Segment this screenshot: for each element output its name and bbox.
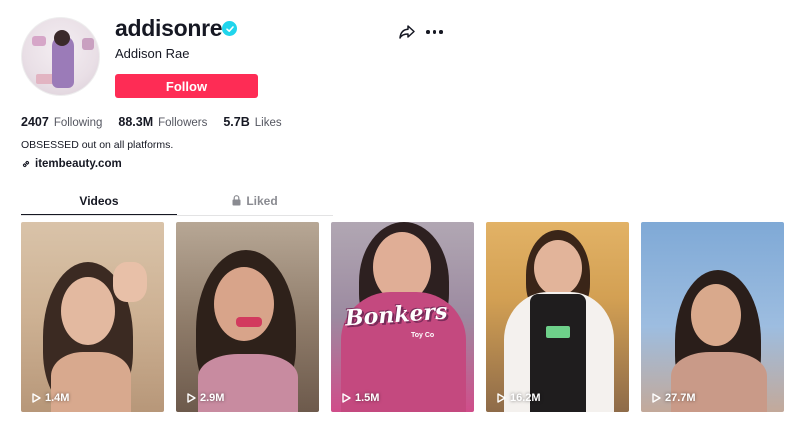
view-count-label: 16.2M <box>510 392 541 404</box>
stat-label: Followers <box>158 117 208 129</box>
stat-value: 2407 <box>21 115 49 129</box>
avatar-decoration <box>32 36 46 46</box>
tabs-divider <box>21 215 333 216</box>
view-count-label: 1.4M <box>45 392 70 404</box>
verified-badge-icon <box>222 21 237 36</box>
view-count: 16.2M <box>497 392 541 404</box>
stat-followers[interactable]: 88.3M Followers <box>118 115 207 129</box>
bio-link[interactable]: itembeauty.com <box>21 158 122 170</box>
view-count: 1.5M <box>342 392 379 404</box>
play-icon <box>32 393 41 403</box>
tab-label: Liked <box>246 194 278 208</box>
link-icon <box>22 160 30 168</box>
video-thumbnail[interactable]: 27.7M <box>641 222 784 412</box>
more-options-icon[interactable] <box>426 25 444 39</box>
thumbnail-figure <box>113 262 147 302</box>
avatar[interactable] <box>21 17 100 96</box>
overlay-subtext: Toy Co <box>411 332 435 339</box>
thumbnail-figure <box>534 240 582 296</box>
view-count: 27.7M <box>652 392 696 404</box>
stat-value: 5.7B <box>223 115 250 129</box>
play-icon <box>652 393 661 403</box>
view-count-label: 1.5M <box>355 392 380 404</box>
video-grid: 1.4M 2.9M Bonkers Toy Co 1.5M 16.2M 27.7… <box>21 222 784 412</box>
tab-label: Videos <box>79 194 119 208</box>
play-icon <box>342 393 351 403</box>
nickname: Addison Rae <box>115 46 190 61</box>
profile-tabs: Videos Liked <box>21 190 333 216</box>
dot <box>432 30 436 34</box>
bio-link-label: itembeauty.com <box>35 158 122 170</box>
thumbnail-figure <box>691 284 741 346</box>
dot <box>426 30 430 34</box>
avatar-head <box>54 30 70 46</box>
stat-label: Likes <box>254 117 282 129</box>
lock-icon <box>232 195 241 206</box>
thumbnail-figure <box>214 267 274 341</box>
profile-stats: 2407 Following 88.3M Followers 5.7B Like… <box>21 115 282 129</box>
stat-label: Following <box>53 117 103 129</box>
stat-following[interactable]: 2407 Following <box>21 115 102 129</box>
video-thumbnail[interactable]: 2.9M <box>176 222 319 412</box>
stat-value: 88.3M <box>118 115 154 129</box>
play-icon <box>187 393 196 403</box>
share-icon[interactable] <box>398 24 416 40</box>
dot <box>439 30 443 34</box>
video-thumbnail[interactable]: 1.4M <box>21 222 164 412</box>
view-count: 2.9M <box>187 392 224 404</box>
stat-likes: 5.7B Likes <box>223 115 281 129</box>
video-thumbnail[interactable]: Bonkers Toy Co 1.5M <box>331 222 474 412</box>
follow-button[interactable]: Follow <box>115 74 258 98</box>
avatar-decoration <box>82 38 94 50</box>
play-icon <box>497 393 506 403</box>
bio-text: OBSESSED out on all platforms. <box>21 139 174 151</box>
view-count-label: 2.9M <box>200 392 225 404</box>
tab-videos[interactable]: Videos <box>21 190 177 216</box>
view-count: 1.4M <box>32 392 69 404</box>
thumbnail-figure <box>236 317 262 327</box>
view-count-label: 27.7M <box>665 392 696 404</box>
tab-liked[interactable]: Liked <box>177 190 333 216</box>
video-thumbnail[interactable]: 16.2M <box>486 222 629 412</box>
thumbnail-figure <box>546 326 570 338</box>
username: addisonre <box>115 15 223 41</box>
thumbnail-figure <box>61 277 115 345</box>
